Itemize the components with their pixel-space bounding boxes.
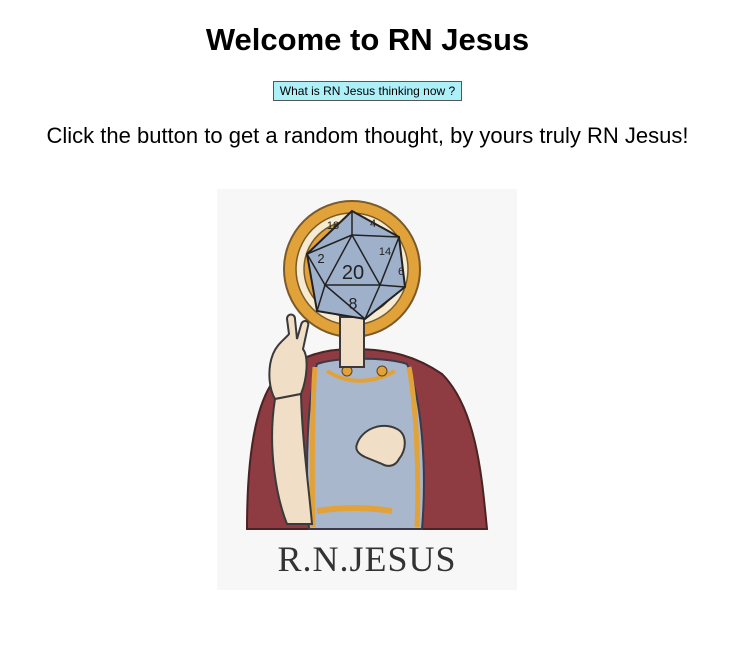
die-number-left: 2 <box>317 251 324 266</box>
button-container: What is RN Jesus thinking now ? <box>0 81 735 101</box>
rn-jesus-illustration: 20 8 2 18 4 14 6 R.N.JESUS <box>217 189 517 590</box>
illustration-caption: R.N.JESUS <box>277 539 456 579</box>
die-number-right: 14 <box>379 246 391 258</box>
die-number-top-left: 18 <box>327 220 339 232</box>
die-number-bottom: 8 <box>349 296 358 313</box>
page: Welcome to RN Jesus What is RN Jesus thi… <box>0 0 735 654</box>
intro-text: Click the button to get a random thought… <box>46 123 689 148</box>
die-number-far-right: 6 <box>398 266 404 278</box>
die-number-top-right: 4 <box>370 218 376 230</box>
die-number-center: 20 <box>342 262 364 284</box>
random-thought-button[interactable]: What is RN Jesus thinking now ? <box>272 81 463 101</box>
page-title: Welcome to RN Jesus <box>205 22 530 57</box>
